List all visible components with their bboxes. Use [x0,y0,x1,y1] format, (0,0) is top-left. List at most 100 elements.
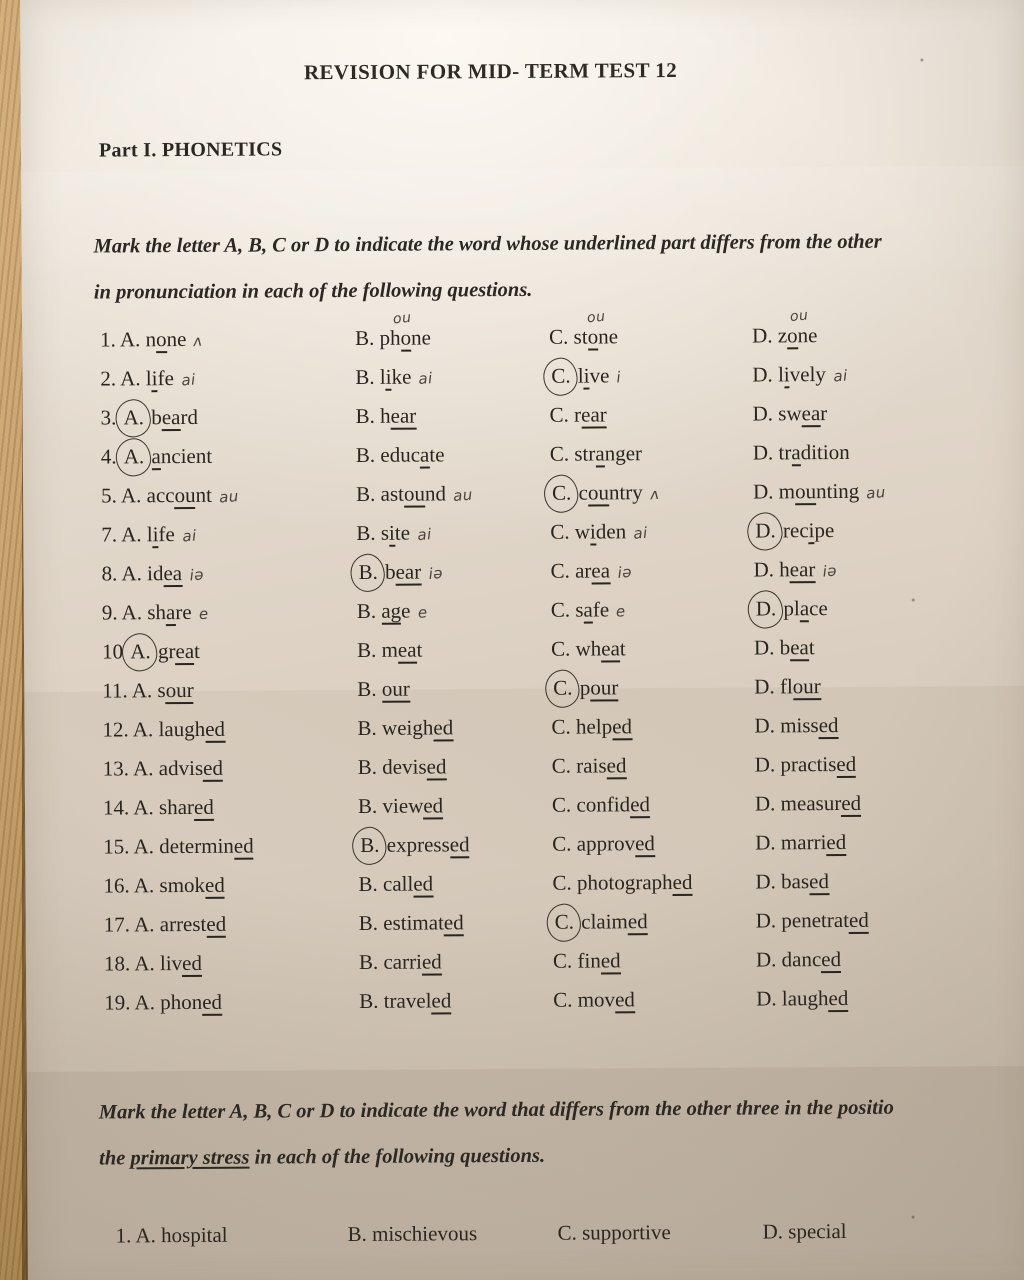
answer-option[interactable]: C. claimed [553,909,648,936]
option-letter[interactable]: A. [121,522,142,546]
answer-option[interactable]: B. site ai [356,520,432,547]
option-letter[interactable]: C. [551,364,570,388]
option-letter[interactable]: D. [755,791,776,815]
answer-option[interactable]: D. place [754,596,828,623]
option-letter[interactable]: D. [754,713,775,737]
option-letter[interactable]: D. [755,518,776,542]
stress-answer-option[interactable]: 1. A. hospital [116,1223,228,1249]
option-letter[interactable]: A. [134,912,155,936]
answer-option[interactable]: 16. A. smoked [103,872,225,899]
option-letter[interactable]: D. [755,752,776,776]
answer-option[interactable]: C. stranger [550,441,642,468]
answer-option[interactable]: 12. A. laughed [102,716,226,743]
answer-option[interactable]: B. hear [356,403,417,430]
answer-option[interactable]: B. age e [357,599,428,625]
answer-option[interactable]: 17. A. arrested [104,911,227,938]
option-letter[interactable]: B. [359,950,378,974]
option-letter[interactable]: A. [130,639,151,663]
option-letter[interactable]: D. [756,986,777,1010]
answer-option[interactable]: 18. A. lived [104,950,203,978]
option-letter[interactable]: C. [553,949,572,973]
answer-option[interactable]: 15. A. determined [103,833,254,860]
answer-option[interactable]: 2. A. life ai [100,366,196,393]
answer-option[interactable]: 14. A. shared [103,794,214,821]
answer-option[interactable]: C. safe e [551,597,627,624]
answer-option[interactable]: D. measured [755,790,862,817]
answer-option[interactable]: D. mounting au [753,479,887,506]
option-letter[interactable]: D. [756,947,777,971]
option-letter[interactable]: C. [553,676,572,700]
answer-option[interactable]: C. moved [553,987,635,1014]
answer-option[interactable]: B. weighed [357,715,454,742]
option-letter[interactable]: A. [121,483,142,507]
option-letter[interactable]: C. [552,832,571,856]
answer-option[interactable]: D. swear [753,401,828,428]
answer-option[interactable]: 5. A. account au [101,483,239,510]
option-letter[interactable]: C. [555,910,574,934]
stress-answer-option[interactable]: C. supportive [558,1220,671,1246]
option-letter[interactable]: D. [754,635,775,659]
option-letter[interactable]: D. [752,323,773,347]
answer-option[interactable]: D. laughed [756,985,849,1013]
stress-answer-option[interactable]: D. special [763,1219,847,1245]
option-letter[interactable]: D. [753,440,774,464]
answer-option[interactable]: D. missed [754,713,839,740]
option-letter[interactable]: D. [756,596,777,620]
answer-option[interactable]: 9. A. share e [102,600,209,627]
answer-option[interactable]: D. flour [754,674,821,701]
answer-option[interactable]: 7. A. life ai [101,522,197,549]
option-letter[interactable]: B. [358,872,377,896]
answer-option[interactable]: B. expressed [358,832,470,859]
answer-option[interactable]: C. helped [551,714,633,741]
option-letter[interactable]: B. [356,521,375,545]
answer-option[interactable]: B. traveled [359,988,452,1015]
answer-option[interactable]: D. danced [756,947,842,974]
answer-option[interactable]: 3. A. beard [101,405,198,432]
option-letter[interactable]: C. [553,988,572,1012]
option-letter[interactable]: B. [355,365,374,389]
option-letter[interactable]: A. [133,717,154,741]
answer-option[interactable]: B. carried [359,949,442,976]
option-letter[interactable]: C. [551,637,570,661]
answer-option[interactable]: B. our [357,676,410,703]
option-letter[interactable]: A. [134,873,155,897]
option-letter[interactable]: D. [753,557,774,581]
option-letter[interactable]: A. [124,444,145,468]
option-letter[interactable]: A. [133,795,154,819]
answer-option[interactable]: B. like ai [355,364,433,391]
answer-option[interactable]: D. based [755,869,830,896]
answer-option[interactable]: 8. A. idea iə [101,561,204,588]
answer-option[interactable]: D. zone ou [752,307,818,350]
option-letter[interactable]: C. [549,325,568,349]
option-letter[interactable]: C. [550,559,569,583]
option-letter[interactable]: D. [753,479,774,503]
option-letter[interactable]: C. [552,481,571,505]
answer-option[interactable]: D. practised [755,751,857,779]
option-letter[interactable]: B. [355,326,374,350]
answer-option[interactable]: C. raised [552,753,627,780]
answer-option[interactable]: C. live i [549,363,622,390]
answer-option[interactable]: 10 A. great [102,639,200,666]
answer-option[interactable]: C. area iə [550,558,632,585]
option-letter[interactable]: D. [752,362,773,386]
option-letter[interactable]: C. [552,754,571,778]
option-letter[interactable]: A. [132,678,153,702]
answer-option[interactable]: D. lively ai [752,362,848,389]
answer-option[interactable]: B. estimated [359,910,464,937]
answer-option[interactable]: B. meat [357,638,423,664]
option-letter[interactable]: C. [550,403,569,427]
answer-option[interactable]: C. fined [553,948,621,975]
answer-option[interactable]: 1. A. none ʌ [100,327,204,354]
option-letter[interactable]: B. [357,638,376,662]
answer-option[interactable]: C. stone ou [549,309,618,351]
option-letter[interactable]: C. [552,793,571,817]
answer-option[interactable]: 13. A. advised [103,755,224,782]
option-letter[interactable]: C. [551,598,570,622]
answer-option[interactable]: C. widen ai [550,519,648,546]
option-letter[interactable]: B. [360,833,379,857]
answer-option[interactable]: B. astound au [356,481,473,508]
option-letter[interactable]: B. [358,560,377,584]
answer-option[interactable]: B. devised [358,754,447,781]
option-letter[interactable]: A. [124,405,145,429]
answer-option[interactable]: B. bear iə [356,559,443,586]
